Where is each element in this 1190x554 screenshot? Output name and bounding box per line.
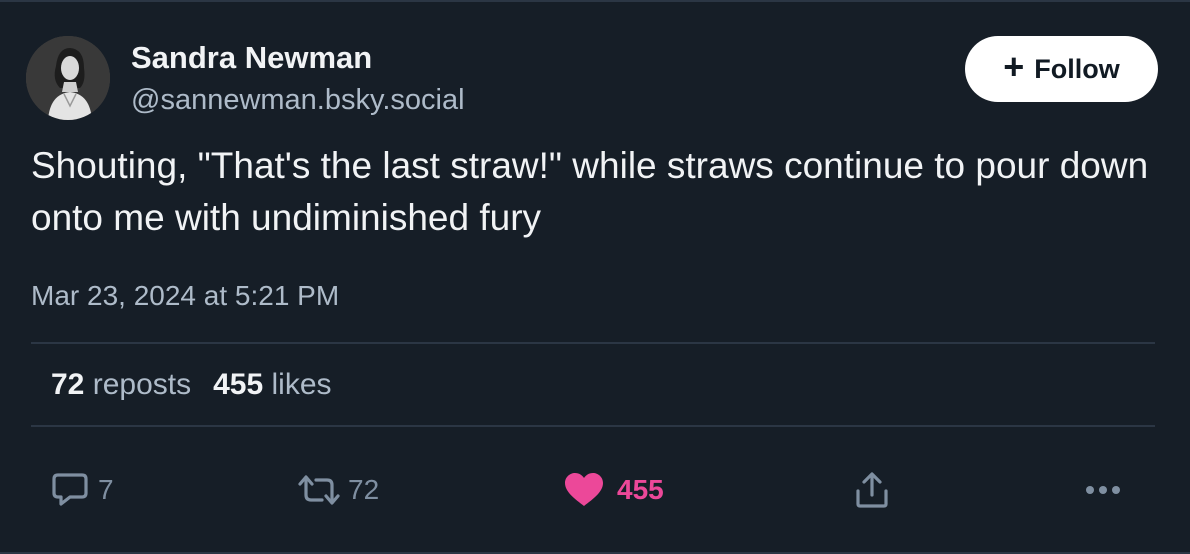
top-divider [0,0,1190,2]
repost-count: 72 [348,474,380,505]
divider [31,425,1155,427]
avatar[interactable] [26,36,110,120]
likes-count[interactable]: 455 [213,368,263,401]
reposts-label[interactable]: reposts [93,368,191,401]
like-count: 455 [617,474,664,505]
follow-button[interactable]: + Follow [965,36,1158,102]
author-display-name[interactable]: Sandra Newman [131,40,372,76]
divider [31,342,1155,344]
share-icon [856,472,888,508]
plus-icon: + [1003,46,1025,87]
avatar-photo [26,36,110,120]
reposts-count[interactable]: 72 [51,368,84,401]
follow-button-label: Follow [1034,53,1120,84]
post-text: Shouting, "That's the last straw!" while… [31,145,1149,238]
reply-button[interactable]: 7 [50,470,114,510]
more-options-button[interactable] [1084,470,1122,510]
repost-button[interactable]: 72 [296,470,379,510]
like-button[interactable]: 455 [563,470,664,510]
repost-arrows-icon [298,475,340,505]
reply-bubble-icon [52,473,88,506]
reply-count: 7 [98,474,114,505]
more-dots-icon [1086,486,1120,494]
share-button[interactable] [854,470,890,510]
post-timestamp: Mar 23, 2024 at 5:21 PM [31,280,340,311]
likes-label[interactable]: likes [272,368,332,401]
author-handle[interactable]: @sannewman.bsky.social [131,84,465,117]
engagement-stats: 72 reposts 455 likes [51,368,332,402]
heart-icon [565,473,603,506]
